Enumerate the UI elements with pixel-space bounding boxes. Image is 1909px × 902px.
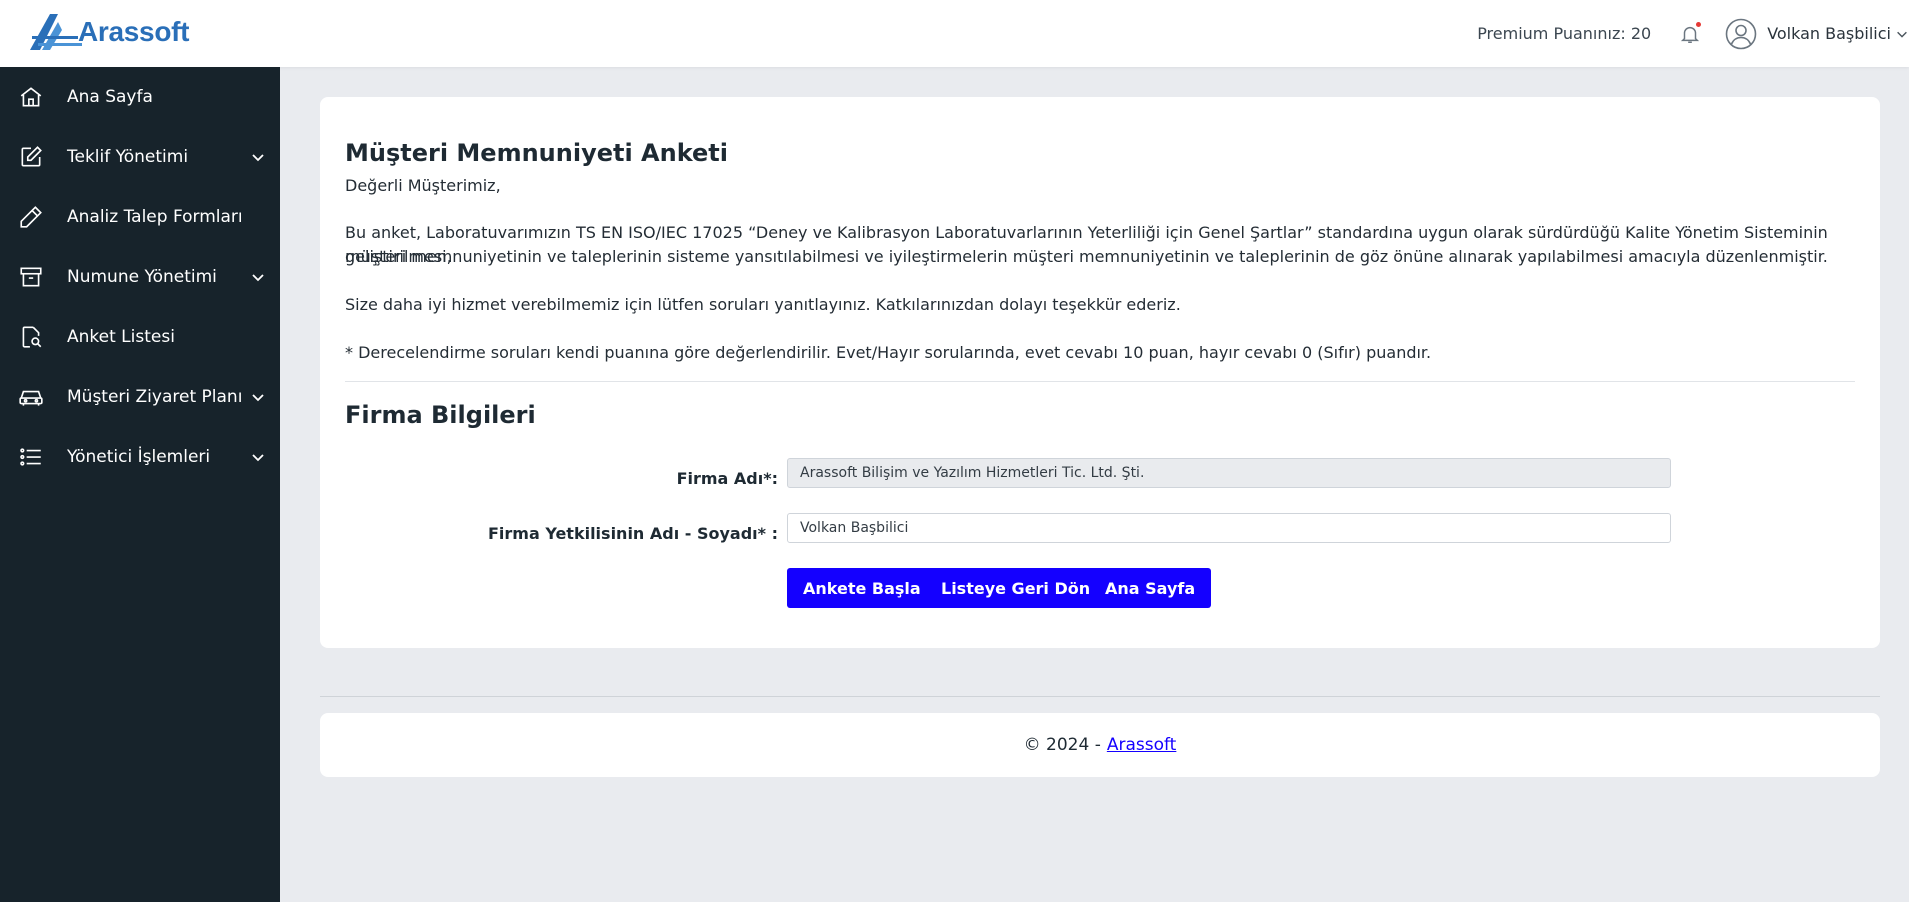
sidebar-item-analiz-talep-formlari[interactable]: Analiz Talep Formları <box>0 187 280 247</box>
intro-text-line2: müşteri memnuniyetinin ve taleplerinin s… <box>345 247 1828 266</box>
sidebar-item-numune-yonetimi[interactable]: Numune Yönetimi <box>0 247 280 307</box>
survey-card: Müşteri Memnuniyeti Anketi Değerli Müşte… <box>320 97 1880 648</box>
contact-name-field[interactable] <box>787 513 1671 543</box>
greeting-text: Değerli Müşterimiz, <box>345 176 501 195</box>
request-text: Size daha iyi hizmet verebilmemiz için l… <box>345 295 1181 314</box>
sidebar-item-ana-sayfa[interactable]: Ana Sayfa <box>0 67 280 127</box>
footer: © 2024 - Arassoft <box>320 713 1880 777</box>
divider <box>345 381 1855 382</box>
chevron-down-icon <box>252 274 264 282</box>
page-title: Müşteri Memnuniyeti Anketi <box>345 139 729 167</box>
sidebar-item-musteri-ziyaret-plani[interactable]: Müşteri Ziyaret Planı <box>0 367 280 427</box>
sidebar-item-anket-listesi[interactable]: Anket Listesi <box>0 307 280 367</box>
sidebar-item-label: Ana Sayfa <box>67 87 153 107</box>
user-avatar-icon[interactable] <box>1725 18 1757 50</box>
notification-dot <box>1696 21 1702 27</box>
sidebar: Ana Sayfa Teklif Yönetimi Analiz Talep F… <box>0 67 280 902</box>
sidebar-item-yonetici-islemleri[interactable]: Yönetici İşlemleri <box>0 427 280 487</box>
document-search-icon <box>17 323 45 351</box>
app-logo[interactable]: Arassoft <box>28 12 189 52</box>
sidebar-item-label: Analiz Talep Formları <box>67 207 243 227</box>
premium-points: Premium Puanınız: 20 <box>1477 24 1652 43</box>
start-survey-button[interactable]: Ankete Başla <box>787 568 937 608</box>
list-icon <box>17 443 45 471</box>
home-icon <box>17 83 45 111</box>
sidebar-item-teklif-yonetimi[interactable]: Teklif Yönetimi <box>0 127 280 187</box>
company-name-field <box>787 458 1671 488</box>
user-name[interactable]: Volkan Başbilici <box>1767 24 1891 43</box>
footer-divider <box>320 696 1880 697</box>
edit-square-icon <box>17 143 45 171</box>
sidebar-item-label: Müşteri Ziyaret Planı <box>67 387 243 407</box>
chevron-down-icon <box>252 394 264 402</box>
sidebar-item-label: Teklif Yönetimi <box>67 147 189 167</box>
home-button[interactable]: Ana Sayfa <box>1089 568 1212 608</box>
chevron-down-icon <box>252 454 264 462</box>
contact-name-label: Firma Yetkilisinin Adı - Soyadı* : <box>487 524 778 543</box>
car-icon <box>17 383 45 411</box>
sidebar-item-label: Anket Listesi <box>67 327 175 347</box>
notifications-button[interactable] <box>1675 19 1705 49</box>
scoring-note: * Derecelendirme soruları kendi puanına … <box>345 343 1432 362</box>
back-to-list-button[interactable]: Listeye Geri Dön <box>925 568 1107 608</box>
arassoft-logo-icon <box>30 14 82 50</box>
pencil-icon <box>17 203 45 231</box>
copyright-text: © 2024 - <box>1023 735 1101 755</box>
top-header: Arassoft Premium Puanınız: 20 Volkan Baş… <box>0 0 1909 67</box>
chevron-down-icon[interactable] <box>1895 27 1909 41</box>
section-title: Firma Bilgileri <box>345 401 536 429</box>
chevron-down-icon <box>252 154 264 162</box>
logo-text: Arassoft <box>78 16 190 47</box>
sidebar-item-label: Yönetici İşlemleri <box>67 447 211 467</box>
footer-link[interactable]: Arassoft <box>1107 735 1177 755</box>
sidebar-item-label: Numune Yönetimi <box>67 267 217 287</box>
company-name-label: Firma Adı*: <box>676 469 778 488</box>
archive-box-icon <box>17 263 45 291</box>
